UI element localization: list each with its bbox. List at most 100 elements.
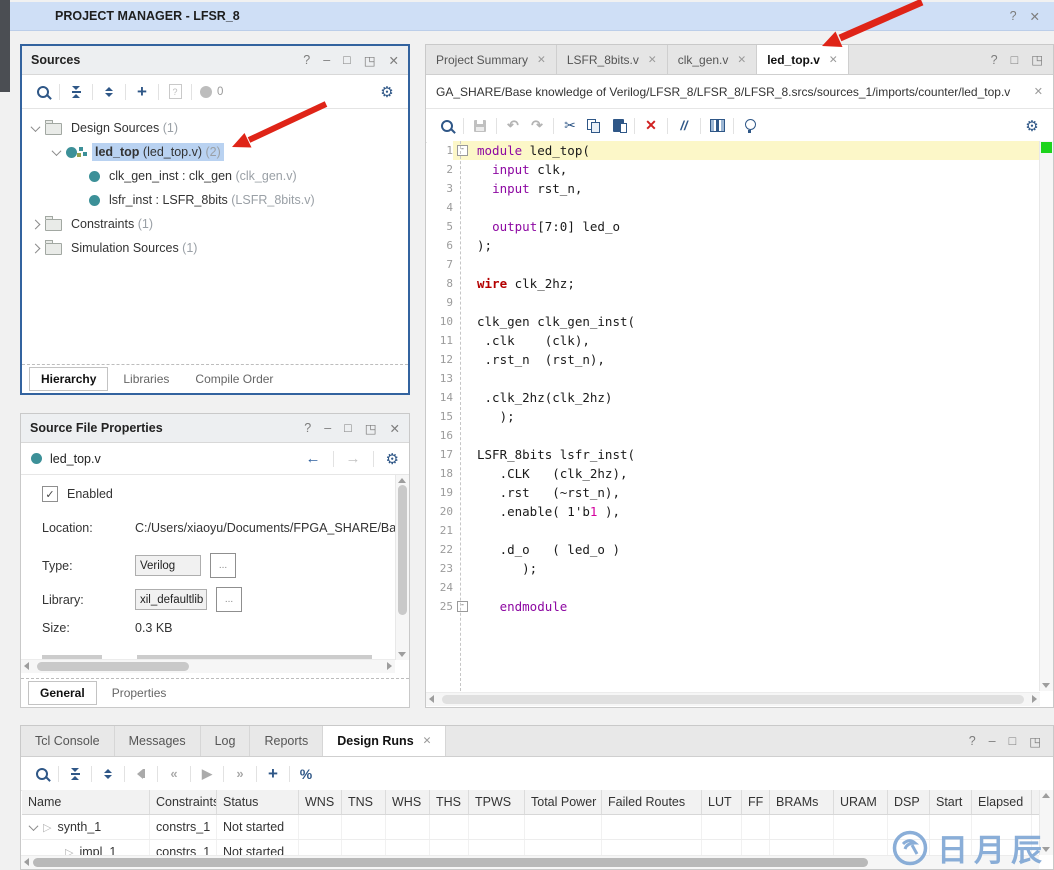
chevron-right-icon[interactable] bbox=[31, 219, 41, 229]
editor-vertical-scrollbar[interactable] bbox=[1039, 141, 1053, 691]
search-icon[interactable] bbox=[435, 115, 459, 137]
redo-icon[interactable]: ↷ bbox=[525, 115, 549, 137]
chevron-down-icon[interactable] bbox=[52, 146, 62, 156]
col-header-elapsed[interactable]: Elapsed bbox=[972, 790, 1032, 814]
minimize-icon[interactable]: – bbox=[323, 53, 330, 67]
tree-item-design-sources[interactable]: Design Sources (1) bbox=[22, 116, 408, 140]
code-line-20[interactable]: 20 .enable( 1'b1 ), bbox=[427, 502, 1052, 521]
close-file-icon[interactable]: ✕ bbox=[1034, 85, 1043, 98]
code-line-2[interactable]: 2 input clk, bbox=[427, 160, 1052, 179]
step-forward-icon[interactable]: » bbox=[228, 763, 252, 785]
lightbulb-icon[interactable] bbox=[738, 115, 762, 137]
col-header-wns[interactable]: WNS bbox=[299, 790, 342, 814]
results-tab-tcl-console[interactable]: Tcl Console bbox=[21, 726, 115, 756]
paste-icon[interactable] bbox=[606, 115, 630, 137]
results-tab-log[interactable]: Log bbox=[201, 726, 251, 756]
percent-icon[interactable]: % bbox=[294, 763, 318, 785]
maximize-icon[interactable]: □ bbox=[1009, 734, 1017, 748]
close-tab-icon[interactable]: ✕ bbox=[737, 54, 746, 66]
sources-view-tab-hierarchy[interactable]: Hierarchy bbox=[29, 367, 108, 391]
code-line-4[interactable]: 4 bbox=[427, 198, 1052, 217]
help-icon[interactable]: ? bbox=[1010, 9, 1017, 23]
fold-marker-icon[interactable]: - bbox=[453, 141, 471, 160]
code-line-1[interactable]: 1-module led_top( bbox=[427, 141, 1052, 160]
col-header-name[interactable]: Name bbox=[22, 790, 150, 814]
col-header-status[interactable]: Status bbox=[217, 790, 299, 814]
forward-arrow-icon[interactable]: → bbox=[346, 450, 361, 467]
code-line-11[interactable]: 11 .clk (clk), bbox=[427, 331, 1052, 350]
float-icon[interactable]: ◳ bbox=[1031, 52, 1043, 67]
run-row-synth-1[interactable]: ▷synth_1constrs_1Not started bbox=[22, 815, 1039, 840]
copy-icon[interactable] bbox=[582, 115, 606, 137]
tree-item-led-top[interactable]: led_top (led_top.v) (2) bbox=[22, 140, 408, 164]
sources-view-tab-compile-order[interactable]: Compile Order bbox=[184, 368, 284, 390]
tree-item-lsfr-inst-lsfr-8bits[interactable]: lsfr_inst : LSFR_8bits (LSFR_8bits.v) bbox=[22, 188, 408, 212]
col-header-ths[interactable]: THS bbox=[430, 790, 469, 814]
code-line-21[interactable]: 21 bbox=[427, 521, 1052, 540]
code-line-17[interactable]: 17LSFR_8bits lsfr_inst( bbox=[427, 445, 1052, 464]
code-line-25[interactable]: 25- endmodule bbox=[427, 597, 1052, 616]
search-icon[interactable] bbox=[31, 81, 55, 103]
col-header-dsp[interactable]: DSP bbox=[888, 790, 930, 814]
library-input[interactable]: xil_defaultlib bbox=[135, 589, 207, 610]
properties-view-tab-properties[interactable]: Properties bbox=[101, 682, 178, 704]
tree-item-constraints[interactable]: Constraints (1) bbox=[22, 212, 408, 236]
doc-question-icon[interactable]: ? bbox=[163, 81, 187, 103]
col-header-total-power[interactable]: Total Power bbox=[525, 790, 602, 814]
help-icon[interactable]: ? bbox=[991, 53, 998, 67]
close-tab-icon[interactable]: ✕ bbox=[829, 54, 838, 66]
runs-horizontal-scrollbar[interactable] bbox=[21, 855, 1039, 869]
collapse-all-icon[interactable] bbox=[64, 81, 88, 103]
maximize-icon[interactable]: □ bbox=[1011, 53, 1019, 67]
col-header-tns[interactable]: TNS bbox=[342, 790, 386, 814]
code-line-16[interactable]: 16 bbox=[427, 426, 1052, 445]
help-icon[interactable]: ? bbox=[969, 734, 976, 748]
fold-marker-icon[interactable]: - bbox=[453, 597, 471, 616]
col-header-lut[interactable]: LUT bbox=[702, 790, 742, 814]
help-icon[interactable]: ? bbox=[304, 421, 311, 435]
expand-all-icon[interactable] bbox=[96, 763, 120, 785]
chevron-right-icon[interactable] bbox=[31, 243, 41, 253]
code-line-23[interactable]: 23 ); bbox=[427, 559, 1052, 578]
tree-item-clk-gen-inst-clk-gen[interactable]: clk_gen_inst : clk_gen (clk_gen.v) bbox=[22, 164, 408, 188]
run-icon[interactable]: ▶ bbox=[195, 763, 219, 785]
editor-tab-project-summary[interactable]: Project Summary✕ bbox=[426, 45, 557, 74]
reset-runs-icon[interactable] bbox=[129, 763, 153, 785]
delete-icon[interactable]: ✕ bbox=[639, 115, 663, 137]
settings-gear-icon[interactable]: ⚙ bbox=[1020, 115, 1044, 137]
editor-tab-lsfr-8bits-v[interactable]: LSFR_8bits.v✕ bbox=[557, 45, 668, 74]
help-icon[interactable]: ? bbox=[303, 53, 310, 67]
float-icon[interactable]: ◳ bbox=[364, 53, 376, 68]
col-header-brams[interactable]: BRAMs bbox=[770, 790, 834, 814]
col-header-whs[interactable]: WHS bbox=[386, 790, 430, 814]
col-header-constraints[interactable]: Constraints bbox=[150, 790, 217, 814]
code-line-10[interactable]: 10clk_gen clk_gen_inst( bbox=[427, 312, 1052, 331]
code-line-3[interactable]: 3 input rst_n, bbox=[427, 179, 1052, 198]
collapse-all-icon[interactable] bbox=[63, 763, 87, 785]
save-icon[interactable] bbox=[468, 115, 492, 137]
col-header-uram[interactable]: URAM bbox=[834, 790, 888, 814]
close-tab-icon[interactable]: ✕ bbox=[537, 54, 546, 66]
results-tab-design-runs[interactable]: Design Runs✕ bbox=[323, 726, 446, 756]
float-icon[interactable]: ◳ bbox=[365, 421, 377, 436]
code-line-6[interactable]: 6); bbox=[427, 236, 1052, 255]
maximize-icon[interactable]: □ bbox=[343, 53, 351, 67]
code-line-14[interactable]: 14 .clk_2hz(clk_2hz) bbox=[427, 388, 1052, 407]
chevron-down-icon[interactable] bbox=[29, 821, 39, 831]
settings-gear-icon[interactable]: ⚙ bbox=[386, 450, 399, 468]
tree-item-simulation-sources[interactable]: Simulation Sources (1) bbox=[22, 236, 408, 260]
settings-gear-icon[interactable]: ⚙ bbox=[375, 81, 399, 103]
minimize-icon[interactable]: – bbox=[989, 734, 996, 748]
chevron-down-icon[interactable] bbox=[31, 122, 41, 132]
code-line-22[interactable]: 22 .d_o ( led_o ) bbox=[427, 540, 1052, 559]
editor-tab-clk-gen-v[interactable]: clk_gen.v✕ bbox=[668, 45, 758, 74]
float-icon[interactable]: ◳ bbox=[1029, 734, 1041, 749]
col-header-start[interactable]: Start bbox=[930, 790, 972, 814]
close-icon[interactable]: ✕ bbox=[1030, 9, 1040, 24]
results-tab-reports[interactable]: Reports bbox=[250, 726, 323, 756]
close-tab-icon[interactable]: ✕ bbox=[648, 54, 657, 66]
editor-horizontal-scrollbar[interactable] bbox=[426, 692, 1040, 706]
col-header-ff[interactable]: FF bbox=[742, 790, 770, 814]
undo-icon[interactable]: ↶ bbox=[501, 115, 525, 137]
maximize-icon[interactable]: □ bbox=[344, 421, 352, 435]
